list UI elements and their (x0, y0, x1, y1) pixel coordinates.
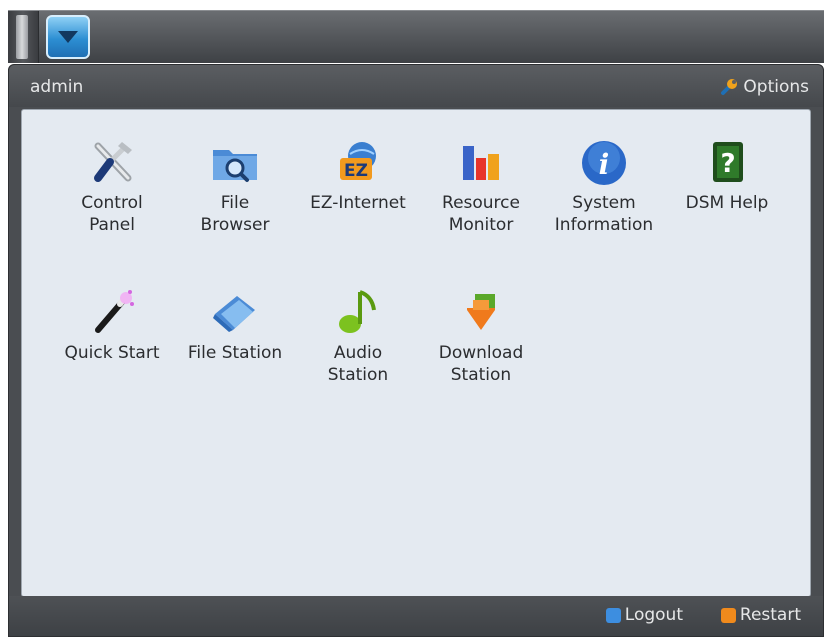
app-label: File Browser (200, 193, 270, 235)
main-menu-panel: admin Options Control Panel File Browser… (8, 64, 824, 637)
app-label: Control Panel (81, 193, 143, 235)
logout-label: Logout (624, 605, 683, 625)
bar-chart-icon (463, 146, 499, 180)
app-file-browser[interactable]: File Browser (176, 134, 294, 236)
app-dsm-help[interactable]: ? DSM Help (668, 134, 786, 214)
app-resource-monitor[interactable]: Resource Monitor (422, 134, 540, 236)
app-label: DSM Help (685, 193, 769, 213)
main-menu-button[interactable] (46, 15, 90, 59)
taskbar-grip[interactable] (8, 11, 39, 63)
chevron-down-icon (58, 31, 78, 43)
logout-button[interactable]: Logout (605, 605, 683, 625)
svg-text:EZ: EZ (344, 161, 368, 181)
restart-button[interactable]: Restart (720, 605, 801, 625)
download-arrow-icon (467, 294, 495, 330)
app-ez-internet[interactable]: EZ EZ-Internet (299, 134, 417, 214)
app-file-station[interactable]: File Station (176, 284, 294, 364)
svg-text:i: i (599, 148, 610, 181)
app-label: Audio Station (327, 343, 389, 385)
apps-area: Control Panel File Browser EZ EZ-Interne… (21, 109, 811, 597)
app-label: EZ-Internet (310, 193, 406, 213)
folder-icon (213, 296, 255, 332)
folder-search-icon (213, 150, 257, 182)
wrench-icon (721, 79, 738, 95)
app-audio-station[interactable]: Audio Station (299, 284, 417, 386)
app-label: Download Station (438, 343, 524, 385)
app-label: Resource Monitor (442, 193, 520, 235)
app-label: System Information (554, 193, 654, 235)
options-label: Options (743, 77, 809, 97)
user-name: admin (30, 77, 84, 97)
music-note-icon (339, 290, 376, 333)
app-label: Quick Start (64, 343, 160, 363)
magic-wand-icon (95, 290, 134, 333)
restart-icon (720, 607, 736, 623)
help-book-icon: ? (713, 142, 743, 182)
options-button[interactable]: Options (719, 77, 809, 97)
app-label: File Station (187, 343, 283, 363)
taskbar (8, 10, 824, 63)
panel-header: admin Options (9, 65, 823, 107)
app-control-panel[interactable]: Control Panel (53, 134, 171, 236)
restart-label: Restart (739, 605, 801, 625)
logout-icon (605, 607, 621, 623)
panel-footer: Logout Restart (9, 596, 823, 636)
tools-icon (94, 142, 132, 182)
app-download-station[interactable]: Download Station (422, 284, 540, 386)
app-quick-start[interactable]: Quick Start (53, 284, 171, 364)
info-icon: i (582, 141, 626, 185)
app-system-information[interactable]: i System Information (545, 134, 663, 236)
ez-globe-icon: EZ (340, 142, 376, 181)
svg-text:?: ? (720, 149, 735, 179)
